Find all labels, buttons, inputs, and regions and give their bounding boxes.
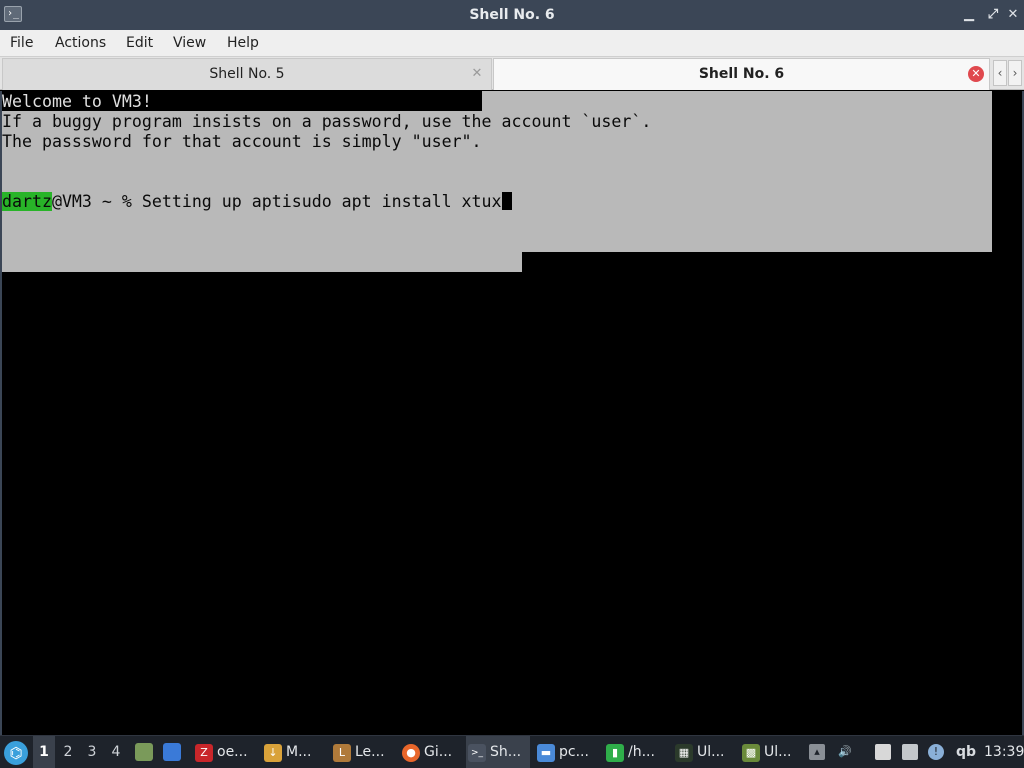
terminal-line: Welcome to VM3! [2, 92, 152, 111]
menu-help[interactable]: Help [227, 30, 259, 56]
maximize-icon[interactable]: ⤢ [984, 6, 1002, 24]
game-icon: L [333, 743, 351, 762]
clipboard-icon[interactable] [875, 744, 891, 760]
monitor-icon: ▦ [675, 743, 693, 762]
firefox-icon: ● [402, 743, 420, 762]
workspace-1[interactable]: 1 [33, 736, 55, 768]
volume-icon[interactable]: 🔊 [837, 744, 853, 760]
close-icon[interactable]: ✕ [1004, 6, 1022, 24]
tab-shell-5[interactable]: Shell No. 5 ✕ [2, 58, 492, 90]
menu-bar: File Actions Edit View Help [0, 30, 1024, 56]
terminal-line: The passsword for that account is simply… [2, 132, 482, 151]
task-archive[interactable]: ▮ /h... [604, 736, 668, 768]
clock[interactable]: 13:39 [984, 736, 1024, 768]
terminal-icon: >_ [468, 743, 486, 762]
tab-scroll-right-icon[interactable]: › [1008, 60, 1022, 86]
task-label: M... [286, 744, 312, 760]
menu-actions[interactable]: Actions [55, 30, 106, 56]
terminal-output[interactable]: Welcome to VM3! If a buggy program insis… [0, 91, 1024, 735]
notification-icon[interactable]: ! [928, 744, 944, 760]
menu-view[interactable]: View [173, 30, 206, 56]
task-label: Ul... [697, 744, 725, 760]
menu-file[interactable]: File [10, 30, 33, 56]
task-label: /h... [628, 744, 655, 760]
task-minecraft[interactable]: ▩ Ul... [740, 736, 804, 768]
task-monitor[interactable]: ▦ Ul... [673, 736, 737, 768]
task-label: Gi... [424, 744, 453, 760]
tab-close-icon[interactable]: ✕ [968, 66, 984, 82]
filezilla-icon: Z [195, 743, 213, 762]
tab-bar: Shell No. 5 ✕ Shell No. 6 ✕ ‹ › [0, 56, 1024, 90]
text-selection [2, 252, 522, 272]
workspace-3[interactable]: 3 [81, 736, 103, 768]
task-label: Le... [355, 744, 385, 760]
text-cursor [501, 192, 512, 210]
task-download[interactable]: ↓ M... [262, 736, 326, 768]
prompt-username: dartz [2, 192, 52, 211]
window-titlebar: ›_ Shell No. 6 ▁ ⤢ ✕ [0, 0, 1024, 30]
task-label: oe... [217, 744, 248, 760]
workspace-2[interactable]: 2 [57, 736, 79, 768]
task-folder[interactable]: ▬ pc... [535, 736, 599, 768]
tab-label: Shell No. 5 [209, 66, 285, 82]
show-desktop-icon[interactable] [163, 743, 181, 761]
minecraft-icon: ▩ [742, 743, 760, 762]
download-icon: ↓ [264, 743, 282, 762]
terminal-line: If a buggy program insists on a password… [2, 112, 652, 131]
terminal-prompt-line: dartz@VM3 ~ % Setting up aptisudo apt in… [2, 192, 512, 212]
usb-icon[interactable]: ▴ [809, 744, 825, 760]
task-label: Ul... [764, 744, 792, 760]
file-manager-icon[interactable] [135, 743, 153, 761]
prompt-command: @VM3 ~ % Setting up aptisudo apt install… [51, 192, 502, 211]
folder-icon: ▬ [537, 743, 555, 762]
tab-scroll-left-icon[interactable]: ‹ [993, 60, 1007, 86]
workspace-4[interactable]: 4 [105, 736, 127, 768]
start-menu-icon[interactable]: ⌬ [4, 741, 28, 765]
task-firefox[interactable]: ● Gi... [400, 736, 464, 768]
minimize-icon[interactable]: ▁ [960, 6, 978, 24]
tab-shell-6[interactable]: Shell No. 6 ✕ [493, 58, 990, 90]
task-filezilla[interactable]: Z oe... [193, 736, 257, 768]
task-label: Sh... [490, 744, 522, 760]
network-icon[interactable] [902, 744, 918, 760]
taskbar: ⌬ 1 2 3 4 Z oe... ↓ M... L Le... ● Gi...… [0, 735, 1024, 768]
qbittorrent-icon[interactable]: qb [956, 736, 976, 768]
archive-icon: ▮ [606, 743, 624, 762]
task-shell[interactable]: >_ Sh... [466, 736, 530, 768]
tab-label: Shell No. 6 [698, 66, 785, 82]
task-game[interactable]: L Le... [331, 736, 395, 768]
tab-close-icon[interactable]: ✕ [469, 66, 485, 82]
window-title: Shell No. 6 [469, 7, 555, 23]
menu-edit[interactable]: Edit [126, 30, 153, 56]
task-label: pc... [559, 744, 589, 760]
